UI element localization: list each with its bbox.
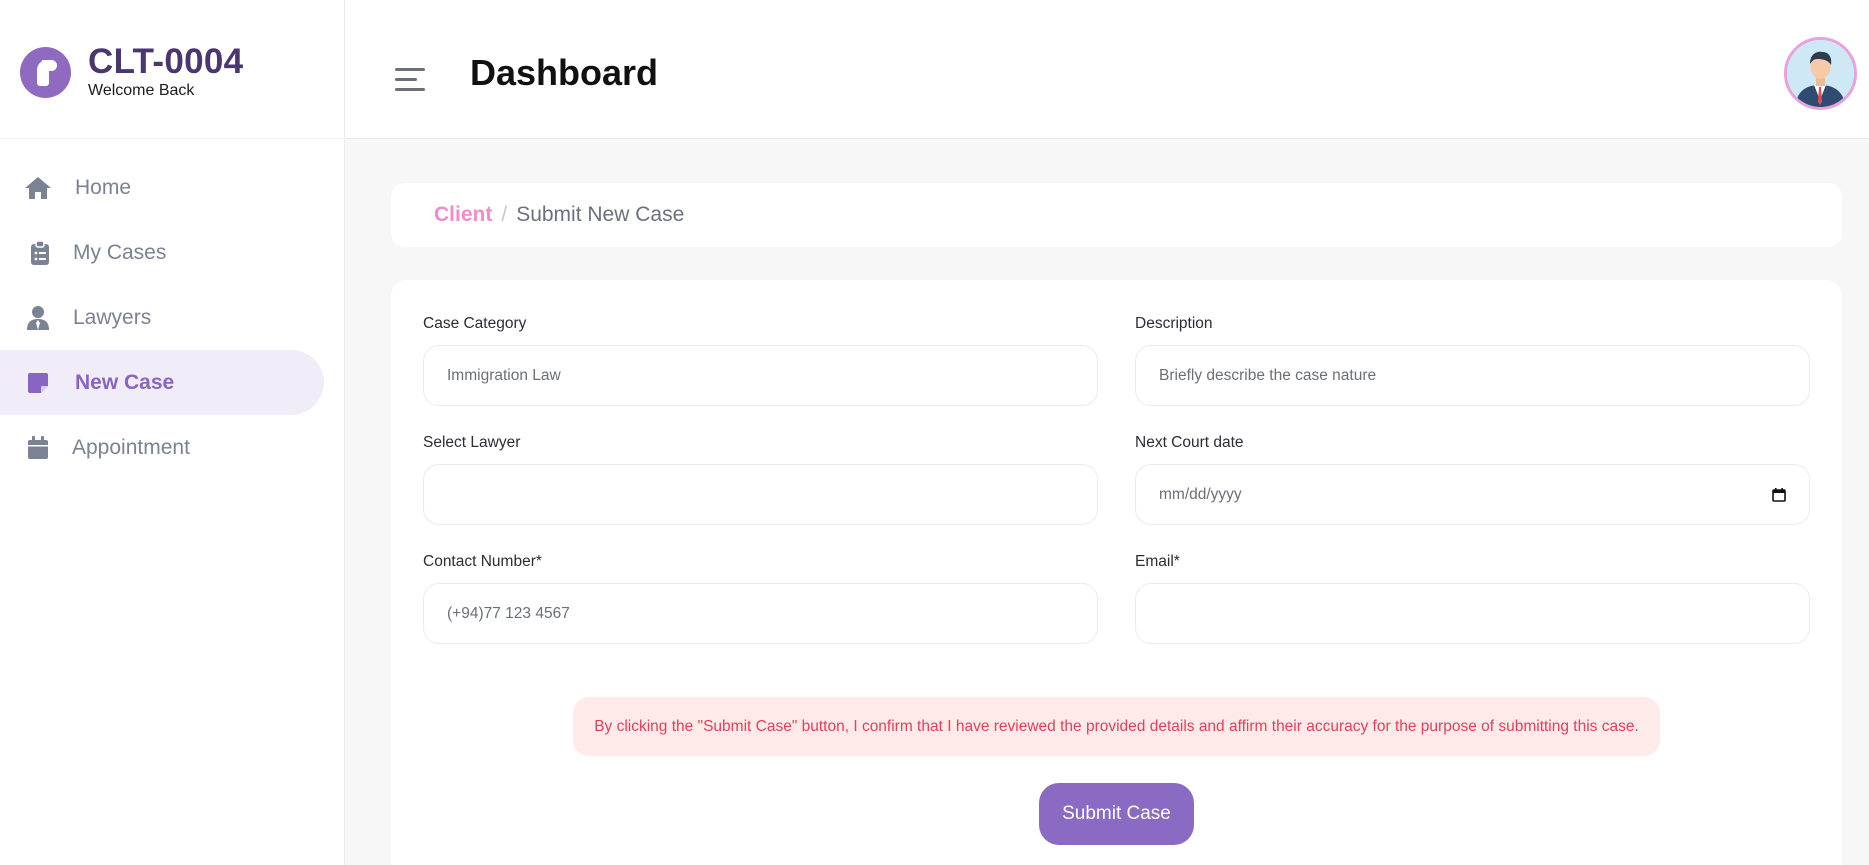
email-input[interactable] [1135, 583, 1810, 644]
submit-case-button[interactable]: Submit Case [1039, 783, 1194, 845]
user-tie-icon [23, 303, 53, 333]
home-icon [23, 173, 53, 203]
sidebar-item-lawyers[interactable]: Lawyers [0, 285, 345, 350]
top-header: Dashboard [345, 0, 1869, 139]
sidebar-item-label: Appointment [72, 435, 190, 459]
sidebar-item-home[interactable]: Home [0, 155, 345, 220]
brand-divider [0, 138, 345, 139]
avatar-person-icon [1787, 40, 1854, 107]
breadcrumb-client-link[interactable]: Client [434, 203, 492, 227]
sidebar-item-label: Home [75, 175, 132, 199]
sidebar-item-label: Lawyers [73, 305, 152, 329]
user-avatar[interactable] [1784, 37, 1857, 110]
select-lawyer-label: Select Lawyer [423, 434, 521, 451]
brand[interactable]: CLT-0004 Welcome Back [20, 44, 243, 100]
sidebar: CLT-0004 Welcome Back Home My Cases Lawy… [0, 0, 345, 865]
contact-number-label: Contact Number* [423, 553, 542, 570]
brand-logo-icon [20, 46, 71, 98]
sidebar-item-appointment[interactable]: Appointment [0, 415, 345, 480]
calendar-picker-icon[interactable] [1772, 487, 1786, 502]
next-court-date-label: Next Court date [1135, 434, 1244, 451]
brand-text: CLT-0004 Welcome Back [88, 44, 243, 100]
case-category-label: Case Category [423, 315, 527, 332]
date-placeholder: mm/dd/yyyy [1159, 485, 1242, 503]
description-input[interactable] [1135, 345, 1810, 406]
select-lawyer-select[interactable] [423, 464, 1098, 525]
sidebar-nav: Home My Cases Lawyers New Case Appointme… [0, 155, 345, 480]
contact-number-input[interactable] [423, 583, 1098, 644]
breadcrumb-separator: / [501, 203, 508, 226]
breadcrumb: Client / Submit New Case [391, 183, 1842, 247]
sidebar-item-new-case[interactable]: New Case [0, 350, 324, 415]
next-court-date-input[interactable]: mm/dd/yyyy [1135, 464, 1810, 525]
calendar-icon [23, 433, 53, 463]
page-title: Dashboard [470, 52, 659, 93]
sidebar-item-my-cases[interactable]: My Cases [0, 220, 345, 285]
breadcrumb-current: Submit New Case [516, 203, 685, 226]
email-label: Email* [1135, 553, 1180, 570]
sidebar-item-label: New Case [75, 370, 175, 394]
welcome-text: Welcome Back [88, 82, 195, 99]
note-icon [23, 368, 53, 398]
menu-toggle-icon[interactable] [395, 68, 425, 94]
description-label: Description [1135, 315, 1213, 332]
case-category-input[interactable] [423, 345, 1098, 406]
sidebar-item-label: My Cases [73, 240, 167, 264]
clipboard-icon [25, 238, 55, 268]
new-case-form: Case Category Description Select Lawyer … [391, 280, 1842, 865]
confirmation-notice: By clicking the "Submit Case" button, I … [573, 697, 1660, 756]
client-id: CLT-0004 [88, 42, 244, 81]
